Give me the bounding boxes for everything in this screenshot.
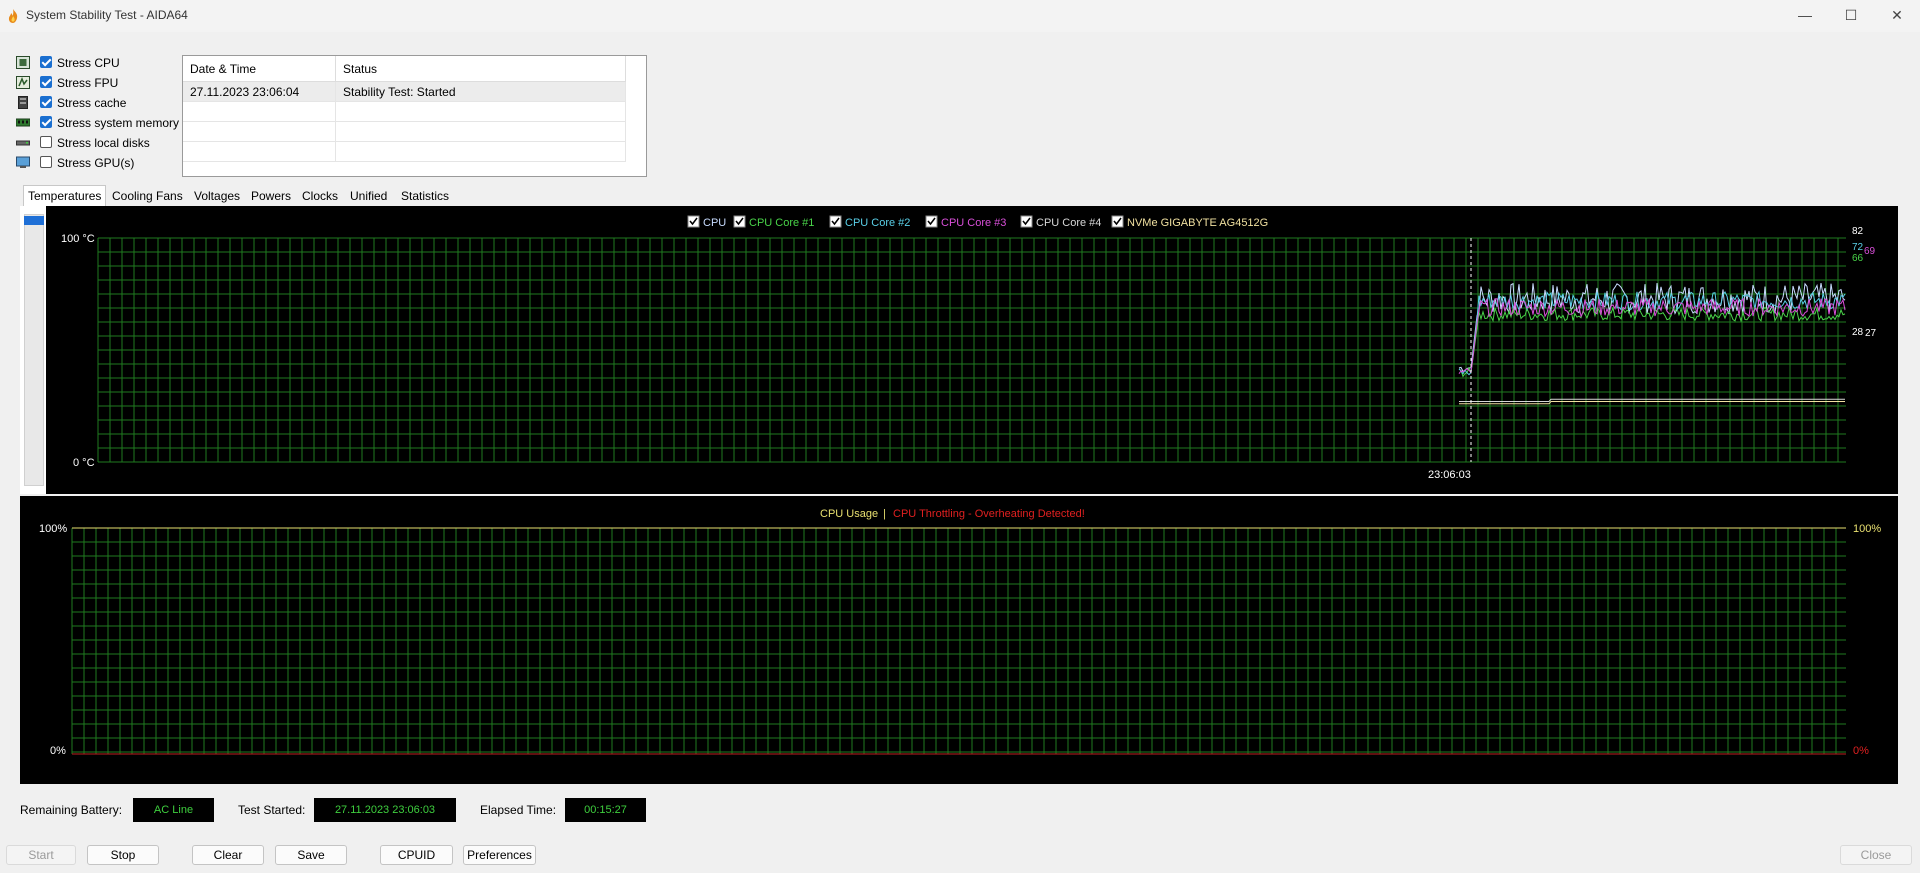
save-button[interactable]: Save bbox=[275, 845, 347, 865]
stress-cache-option[interactable]: Stress cache bbox=[16, 94, 186, 112]
stress-memory-label: Stress system memory bbox=[57, 116, 180, 130]
usage-left-top-label: 100% bbox=[39, 523, 67, 535]
y-axis-top-label: 100 °C bbox=[61, 233, 95, 245]
memory-icon bbox=[16, 118, 30, 127]
stress-fpu-checkbox[interactable] bbox=[40, 76, 52, 88]
clear-button[interactable]: Clear bbox=[192, 845, 264, 865]
current-value-label: 27 bbox=[1865, 328, 1877, 339]
y-axis-bottom-label: 0 °C bbox=[73, 457, 95, 469]
current-value-label: 66 bbox=[1852, 253, 1864, 264]
stress-cpu-checkbox[interactable] bbox=[40, 56, 52, 68]
legend-label: CPU bbox=[703, 217, 726, 229]
cpu-usage-chart: CPU Usage | CPU Throttling - Overheating… bbox=[20, 496, 1898, 784]
current-value-label: 28 bbox=[1852, 327, 1864, 338]
preferences-button[interactable]: Preferences bbox=[463, 845, 536, 865]
status-log-table[interactable]: Date & Time Status 27.11.2023 23:06:04 S… bbox=[182, 55, 647, 177]
stress-cache-label: Stress cache bbox=[57, 96, 127, 110]
disk-icon bbox=[16, 140, 30, 146]
table-row-empty bbox=[183, 102, 626, 122]
usage-title: CPU Usage bbox=[820, 508, 878, 520]
stress-disks-option[interactable]: Stress local disks bbox=[16, 134, 186, 152]
usage-right-bottom-label: 0% bbox=[1853, 745, 1869, 757]
time-marker-label: 23:06:03 bbox=[1428, 469, 1471, 481]
current-value-label: 69 bbox=[1864, 246, 1876, 257]
legend-label: NVMe GIGABYTE AG4512G bbox=[1127, 217, 1268, 229]
stress-disks-label: Stress local disks bbox=[57, 136, 150, 150]
legend-item[interactable]: CPU bbox=[687, 215, 726, 229]
usage-right-top-label: 100% bbox=[1853, 523, 1881, 535]
minimize-icon: — bbox=[1798, 7, 1812, 23]
stress-gpu-option[interactable]: Stress GPU(s) bbox=[16, 154, 186, 172]
maximize-button[interactable]: ☐ bbox=[1828, 0, 1874, 32]
stress-cpu-option[interactable]: Stress CPU bbox=[16, 54, 186, 72]
stress-gpu-label: Stress GPU(s) bbox=[57, 156, 135, 170]
usage-left-bottom-label: 0% bbox=[50, 745, 66, 757]
maximize-icon: ☐ bbox=[1844, 7, 1858, 23]
stress-cache-checkbox[interactable] bbox=[40, 96, 52, 108]
legend-label: CPU Core #3 bbox=[941, 217, 1006, 229]
cache-icon bbox=[18, 96, 28, 109]
stress-fpu-option[interactable]: Stress FPU bbox=[16, 74, 186, 92]
fpu-icon bbox=[16, 76, 30, 89]
legend-item[interactable]: NVMe GIGABYTE AG4512G bbox=[1111, 215, 1268, 229]
start-button[interactable]: Start bbox=[6, 845, 76, 865]
tab-voltages[interactable]: Voltages bbox=[190, 186, 244, 206]
stress-fpu-label: Stress FPU bbox=[57, 76, 119, 90]
legend-label: CPU Core #1 bbox=[749, 217, 814, 229]
tab-clocks[interactable]: Clocks bbox=[298, 186, 342, 206]
stress-memory-checkbox[interactable] bbox=[40, 116, 52, 128]
table-row[interactable]: 27.11.2023 23:06:04 Stability Test: Star… bbox=[183, 82, 626, 102]
history-scrollbar[interactable] bbox=[24, 214, 44, 486]
tab-temperatures[interactable]: Temperatures bbox=[23, 185, 107, 207]
stop-button[interactable]: Stop bbox=[87, 845, 159, 865]
stress-memory-option[interactable]: Stress system memory bbox=[16, 114, 186, 132]
title-bar: System Stability Test - AIDA64 — ☐ ✕ bbox=[0, 0, 1920, 32]
tab-statistics[interactable]: Statistics bbox=[397, 186, 453, 206]
test-started-value: 27.11.2023 23:06:03 bbox=[314, 798, 456, 822]
log-cell-status: Stability Test: Started bbox=[336, 82, 626, 102]
temperature-legend: CPU CPU Core #1 CPU Core #2 CPU Core #3 CPU … bbox=[687, 215, 1268, 229]
close-button[interactable]: Close bbox=[1840, 845, 1912, 865]
elapsed-time-value: 00:15:27 bbox=[565, 798, 646, 822]
table-row-empty bbox=[183, 122, 626, 142]
log-column-status[interactable]: Status bbox=[336, 56, 626, 82]
log-cell-datetime: 27.11.2023 23:06:04 bbox=[183, 82, 336, 102]
table-row-empty bbox=[183, 142, 626, 162]
close-icon: ✕ bbox=[1891, 7, 1903, 23]
throttling-warning: CPU Throttling - Overheating Detected! bbox=[893, 508, 1085, 520]
battery-label: Remaining Battery: bbox=[20, 803, 123, 817]
legend-label: CPU Core #2 bbox=[845, 217, 910, 229]
battery-value: AC Line bbox=[133, 798, 214, 822]
test-started-label: Test Started: bbox=[238, 803, 306, 817]
close-window-button[interactable]: ✕ bbox=[1874, 0, 1920, 32]
legend-label: CPU Core #4 bbox=[1036, 217, 1101, 229]
stress-disks-checkbox[interactable] bbox=[40, 136, 52, 148]
tab-powers[interactable]: Powers bbox=[247, 186, 295, 206]
temperature-chart: 100 °C 0 °C 23:06:03 CPU CPU Core #1 CPU C… bbox=[46, 206, 1898, 494]
cpu-icon bbox=[16, 56, 30, 69]
current-value-label: 72 bbox=[1852, 242, 1864, 253]
cpuid-button[interactable]: CPUID bbox=[380, 845, 453, 865]
gpu-icon bbox=[16, 156, 30, 168]
tab-unified[interactable]: Unified bbox=[346, 186, 391, 206]
elapsed-time-label: Elapsed Time: bbox=[480, 803, 557, 817]
stress-cpu-label: Stress CPU bbox=[57, 56, 120, 70]
minimize-button[interactable]: — bbox=[1782, 0, 1828, 32]
window-title: System Stability Test - AIDA64 bbox=[26, 8, 188, 22]
stress-gpu-checkbox[interactable] bbox=[40, 156, 52, 168]
log-column-datetime[interactable]: Date & Time bbox=[183, 56, 336, 82]
tab-cooling-fans[interactable]: Cooling Fans bbox=[108, 186, 187, 206]
aida64-flame-icon bbox=[8, 9, 18, 23]
usage-title-separator: | bbox=[883, 508, 886, 520]
current-value-label: 82 bbox=[1852, 226, 1864, 237]
history-scrollbar-thumb[interactable] bbox=[24, 216, 44, 225]
